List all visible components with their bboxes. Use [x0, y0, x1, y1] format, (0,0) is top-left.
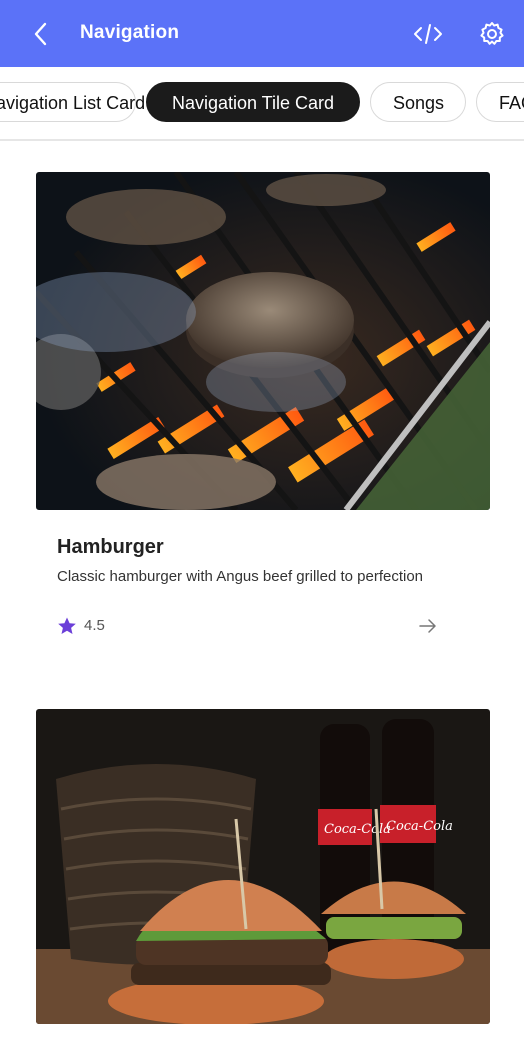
tab-songs[interactable]: Songs	[370, 82, 466, 122]
gear-icon[interactable]	[478, 20, 506, 48]
rating-row: 4.5	[57, 614, 477, 638]
hamburgers-with-soda-image: Coca-Cola Coca-Cola	[36, 709, 490, 1024]
app-bar: Navigation	[0, 0, 524, 67]
chevron-left-icon[interactable]	[28, 20, 54, 48]
code-icon[interactable]	[412, 20, 444, 48]
card-title: Hamburger	[57, 536, 164, 558]
tab-faq[interactable]: FAQ	[476, 82, 524, 122]
tab-navigation-list-card[interactable]: Navigation List Card	[0, 82, 145, 122]
rating-value: 4.5	[84, 617, 105, 634]
bottle-label: Coca-Cola	[324, 822, 391, 837]
hamburger-grill-image	[36, 172, 490, 510]
card-description: Classic hamburger with Angus beef grille…	[57, 568, 424, 585]
tab-navigation-tile-card[interactable]: Navigation Tile Card	[146, 82, 360, 122]
navigation-tile-card[interactable]: Hamburger Classic hamburger with Angus b…	[36, 172, 490, 634]
tab-bar: Navigation List Card Navigation Tile Car…	[0, 67, 524, 141]
star-icon	[58, 617, 76, 634]
bottle-label: Coca-Cola	[386, 819, 453, 834]
page-title: Navigation	[80, 22, 180, 43]
navigation-tile-card[interactable]: Coca-Cola Coca-Cola	[36, 709, 490, 1024]
arrow-right-icon[interactable]	[417, 616, 439, 636]
